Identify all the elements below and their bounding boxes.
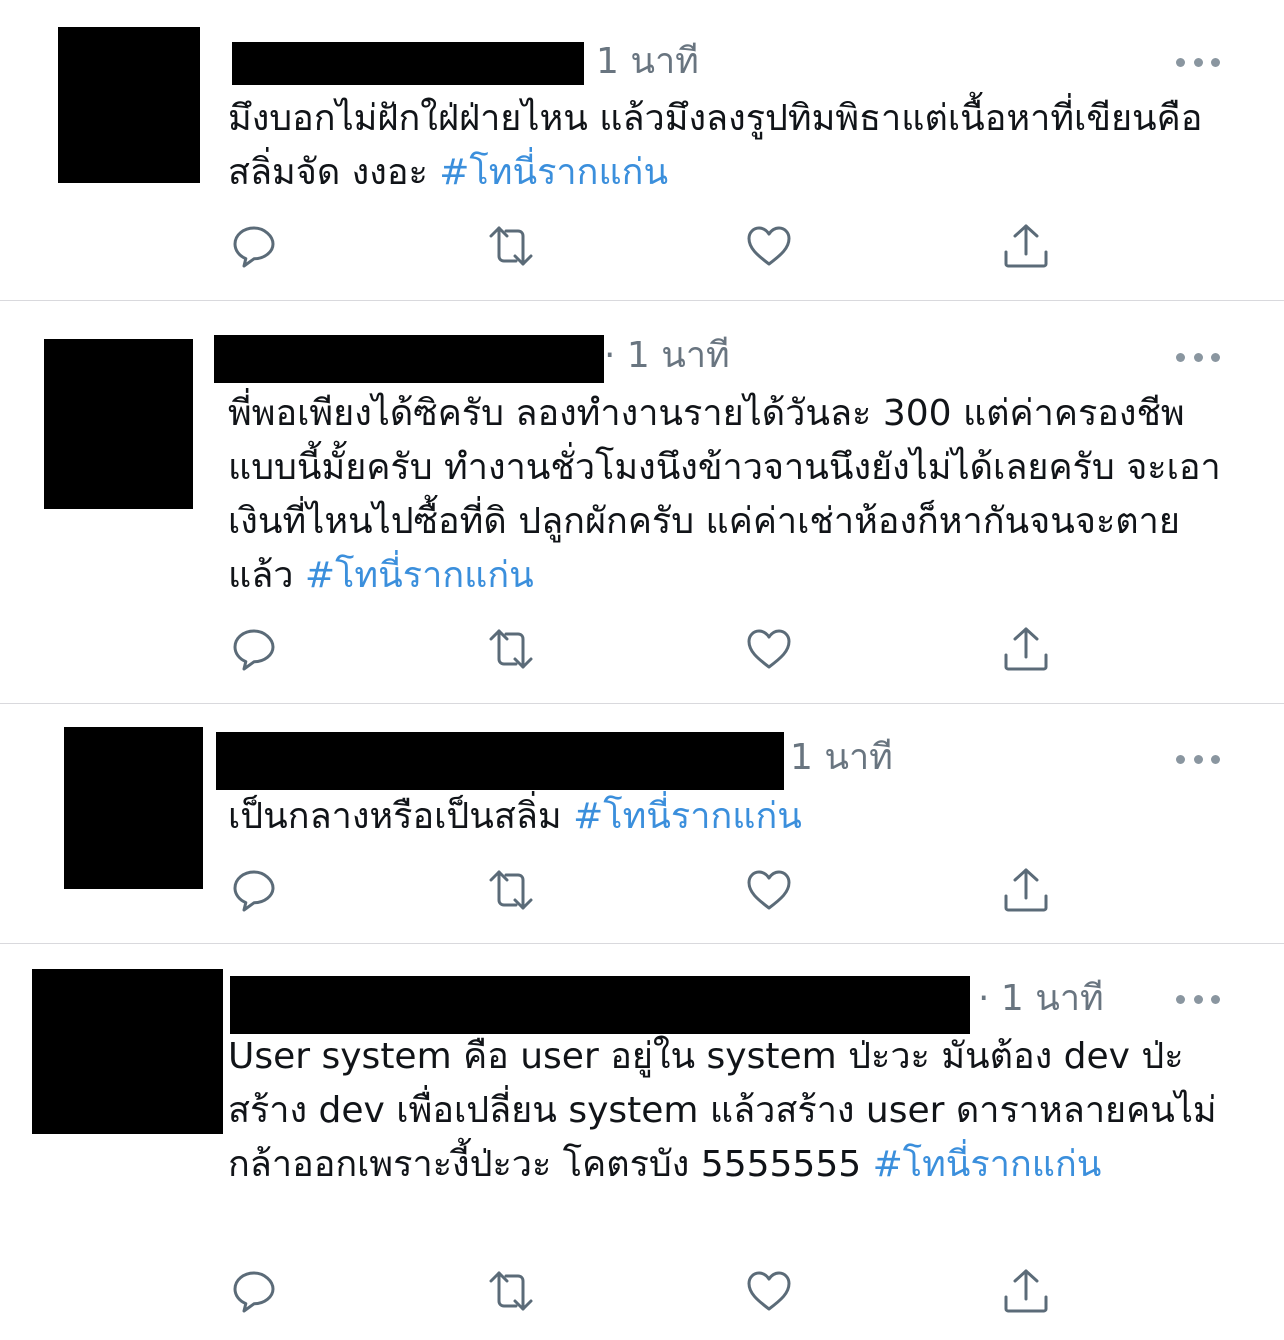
heart-icon: [747, 226, 791, 266]
hashtag-link[interactable]: #โทนี่รากแก่น: [439, 152, 668, 193]
reply-button[interactable]: [230, 222, 278, 270]
more-icon[interactable]: [1176, 992, 1220, 1006]
tweet-text: เป็นกลางหรือเป็นสลิ่ม #โทนี่รากแก่น: [228, 790, 1238, 844]
reply-button[interactable]: [230, 866, 278, 914]
hashtag-link[interactable]: #โทนี่รากแก่น: [573, 796, 802, 837]
retweet-button[interactable]: [487, 222, 535, 270]
reply-button[interactable]: [230, 625, 278, 673]
reply-button[interactable]: [230, 1267, 278, 1315]
author-name-redacted[interactable]: [216, 732, 784, 790]
retweet-button[interactable]: [487, 866, 535, 914]
avatar[interactable]: [44, 339, 193, 509]
like-button[interactable]: [745, 625, 793, 673]
tweet-timestamp: 1 นาที: [790, 737, 893, 778]
reply-icon: [233, 870, 275, 912]
hashtag-link[interactable]: #โทนี่รากแก่น: [873, 1144, 1102, 1185]
like-button[interactable]: [745, 866, 793, 914]
tweet-item[interactable]: 1 นาที มึงบอกไม่ฝักใฝ่ฝ่ายไหน แล้วมึงลงร…: [0, 0, 1284, 300]
heart-icon: [747, 1271, 791, 1311]
tweet-text: พี่พอเพียงได้ซิครับ ลองทำงานรายได้วันละ …: [228, 387, 1238, 603]
more-icon[interactable]: [1176, 350, 1220, 364]
heart-icon: [747, 870, 791, 910]
tweet-item[interactable]: · 1 นาที User system คือ user อยู่ใน sys…: [0, 943, 1284, 1340]
avatar[interactable]: [64, 727, 203, 889]
tweet-actions: [230, 1267, 1060, 1317]
retweet-icon: [489, 870, 533, 910]
retweet-button[interactable]: [487, 1267, 535, 1315]
heart-icon: [747, 629, 791, 669]
avatar[interactable]: [58, 27, 200, 183]
share-icon: [1004, 868, 1048, 912]
reply-icon: [233, 226, 275, 268]
author-name-redacted[interactable]: [214, 335, 604, 383]
like-button[interactable]: [745, 1267, 793, 1315]
tweet-text: User system คือ user อยู่ใน system ป่ะวะ…: [228, 1030, 1238, 1192]
hashtag-link[interactable]: #โทนี่รากแก่น: [305, 555, 534, 596]
tweet-text: มึงบอกไม่ฝักใฝ่ฝ่ายไหน แล้วมึงลงรูปทิมพิ…: [228, 92, 1238, 200]
tweet-timestamp: 1 นาที: [596, 41, 699, 82]
reply-icon: [233, 629, 275, 671]
share-button[interactable]: [1002, 625, 1050, 673]
share-button[interactable]: [1002, 222, 1050, 270]
tweet-item[interactable]: 1 นาที เป็นกลางหรือเป็นสลิ่ม #โทนี่รากแก…: [0, 703, 1284, 943]
tweet-actions: [230, 866, 1060, 916]
retweet-icon: [489, 226, 533, 266]
more-icon[interactable]: [1176, 752, 1220, 766]
more-icon[interactable]: [1176, 55, 1220, 69]
share-icon: [1004, 627, 1048, 671]
tweet-item[interactable]: · 1 นาที พี่พอเพียงได้ซิครับ ลองทำงานราย…: [0, 300, 1284, 703]
tweet-timestamp: · 1 นาที: [978, 978, 1104, 1019]
share-icon: [1004, 224, 1048, 268]
avatar[interactable]: [32, 969, 223, 1134]
tweet-actions: [230, 222, 1060, 272]
share-button[interactable]: [1002, 866, 1050, 914]
author-name-redacted[interactable]: [230, 976, 970, 1034]
share-icon: [1004, 1269, 1048, 1313]
tweet-body-text: เป็นกลางหรือเป็นสลิ่ม: [228, 796, 574, 837]
retweet-button[interactable]: [487, 625, 535, 673]
tweet-timestamp: · 1 นาที: [604, 335, 730, 376]
tweet-body-text: มึงบอกไม่ฝักใฝ่ฝ่ายไหน แล้วมึงลงรูปทิมพิ…: [228, 98, 1203, 193]
like-button[interactable]: [745, 222, 793, 270]
retweet-icon: [489, 629, 533, 669]
reply-icon: [233, 1271, 275, 1313]
retweet-icon: [489, 1271, 533, 1311]
tweet-actions: [230, 625, 1060, 675]
share-button[interactable]: [1002, 1267, 1050, 1315]
author-name-redacted[interactable]: [232, 42, 584, 85]
